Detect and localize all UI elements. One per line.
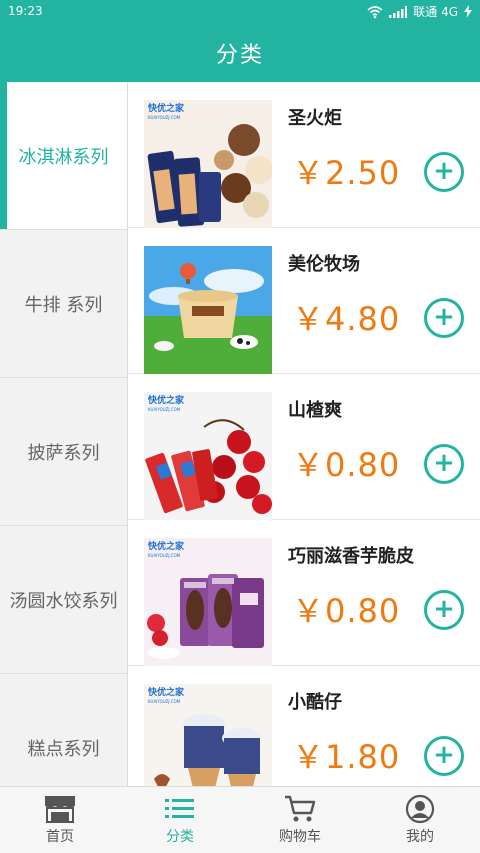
product-price: ￥0.80 <box>292 592 401 630</box>
category-label: 汤圆水饺系列 <box>9 590 118 612</box>
product-name: 圣火炬 <box>288 108 342 129</box>
category-label: 糕点系列 <box>27 738 100 760</box>
product-row[interactable]: 快优之家 KUAIYOUZJ.COM 小酷仔 ￥1.80 + <box>128 666 480 786</box>
product-row[interactable]: 快优之家 KUAIYOUZJ.COM 圣火炬 ￥2.50 + <box>128 82 480 228</box>
hawthorn-icebar-image[interactable]: 快优之家 KUAIYOUZJ.COM <box>144 392 272 520</box>
brand-watermark: 快优之家 <box>148 102 185 114</box>
brand-url-watermark: KUAIYOUZJ.COM <box>148 407 181 412</box>
category-item-dumplings[interactable]: 汤圆水饺系列 <box>0 526 127 674</box>
product-name: 山楂爽 <box>288 400 342 421</box>
plus-icon: + <box>433 740 455 770</box>
product-price: ￥1.80 <box>292 738 401 776</box>
status-indicators: 联通 4G <box>367 3 472 20</box>
category-label: 牛排 系列 <box>24 294 103 316</box>
nav-label: 我的 <box>406 829 434 845</box>
user-icon <box>405 794 435 824</box>
meadow-cup-icecream-image[interactable] <box>144 246 272 374</box>
brand-watermark: 快优之家 <box>148 686 185 698</box>
nav-home[interactable]: 首页 <box>0 787 120 853</box>
nav-category[interactable]: 分类 <box>120 787 240 853</box>
brand-watermark: 快优之家 <box>148 540 185 552</box>
shop-icon <box>45 796 75 823</box>
category-item-pizza[interactable]: 披萨系列 <box>0 378 127 526</box>
cart-icon <box>285 795 316 822</box>
nav-mine[interactable]: 我的 <box>360 787 480 853</box>
status-bar: 19:23 联通 4G <box>0 0 480 24</box>
add-to-cart-button[interactable]: + <box>424 590 464 630</box>
signal-icon <box>389 5 408 18</box>
nav-cart[interactable]: 购物车 <box>240 787 360 853</box>
brand-url-watermark: KUAIYOUZJ.COM <box>148 699 181 704</box>
category-sidebar: 冰淇淋系列 牛排 系列 披萨系列 汤圆水饺系列 糕点系列 <box>0 82 128 822</box>
plus-icon: + <box>433 594 455 624</box>
category-label: 披萨系列 <box>27 442 100 464</box>
nav-label: 分类 <box>166 829 194 845</box>
category-label: 冰淇淋系列 <box>18 146 109 168</box>
cone-icecream-image[interactable]: 快优之家 KUAIYOUZJ.COM <box>144 684 272 786</box>
product-name: 小酷仔 <box>288 692 342 713</box>
nav-label: 购物车 <box>279 829 321 845</box>
carrier-label: 联通 4G <box>413 5 458 19</box>
plus-icon: + <box>433 302 455 332</box>
product-price: ￥0.80 <box>292 446 401 484</box>
brand-url-watermark: KUAIYOUZJ.COM <box>148 115 181 120</box>
product-price: ￥2.50 <box>292 154 401 192</box>
nav-label: 首页 <box>46 829 74 845</box>
bottom-nav: 首页 分类 购物车 我的 <box>0 786 480 853</box>
chocolate-icecream-image[interactable]: 快优之家 KUAIYOUZJ.COM <box>144 100 272 228</box>
charging-icon <box>464 5 472 18</box>
product-name: 美伦牧场 <box>288 254 360 275</box>
brand-url-watermark: KUAIYOUZJ.COM <box>148 553 181 558</box>
page-title: 分类 <box>215 43 264 68</box>
list-icon <box>165 799 194 818</box>
category-item-steak[interactable]: 牛排 系列 <box>0 230 127 378</box>
product-list[interactable]: 快优之家 KUAIYOUZJ.COM 圣火炬 ￥2.50 + 美伦牧场 ￥4.8… <box>128 82 480 786</box>
plus-icon: + <box>433 448 455 478</box>
plus-icon: + <box>433 156 455 186</box>
product-row[interactable]: 快优之家 KUAIYOUZJ.COM 巧丽滋香芋脆皮 ￥0.80 + <box>128 520 480 666</box>
brand-watermark: 快优之家 <box>148 394 185 406</box>
product-row[interactable]: 快优之家 KUAIYOUZJ.COM 山楂爽 ￥0.80 + <box>128 374 480 520</box>
add-to-cart-button[interactable]: + <box>424 152 464 192</box>
add-to-cart-button[interactable]: + <box>424 444 464 484</box>
status-time: 19:23 <box>8 4 43 18</box>
taro-crisp-icebar-image[interactable]: 快优之家 KUAIYOUZJ.COM <box>144 538 272 666</box>
add-to-cart-button[interactable]: + <box>424 736 464 776</box>
title-bar: 分类 <box>0 24 480 82</box>
product-price: ￥4.80 <box>292 300 401 338</box>
wifi-icon <box>367 5 383 18</box>
product-name: 巧丽滋香芋脆皮 <box>288 546 414 567</box>
add-to-cart-button[interactable]: + <box>424 298 464 338</box>
category-item-icecream[interactable]: 冰淇淋系列 <box>0 82 127 230</box>
product-row[interactable]: 美伦牧场 ￥4.80 + <box>128 228 480 374</box>
